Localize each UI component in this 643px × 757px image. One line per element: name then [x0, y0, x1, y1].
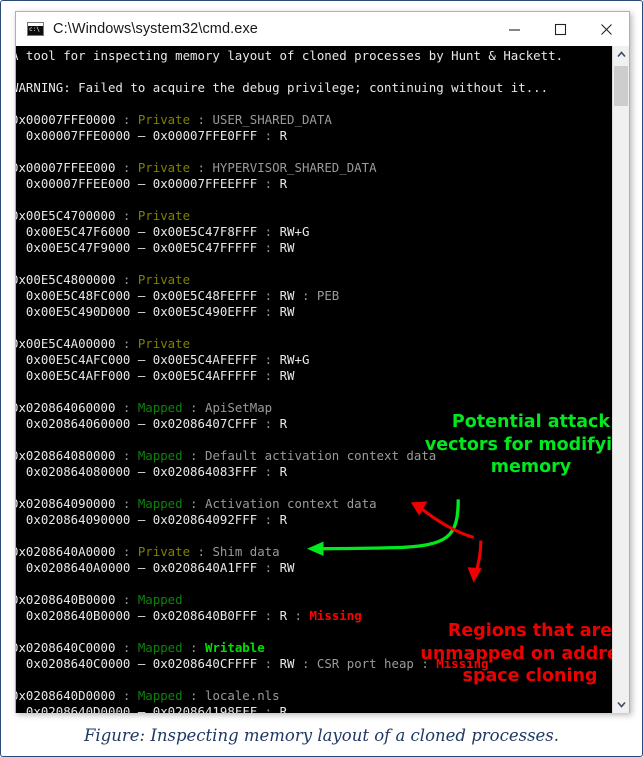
- window-titlebar[interactable]: C:\Windows\system32\cmd.exe: [16, 12, 629, 46]
- window-title: C:\Windows\system32\cmd.exe: [53, 21, 258, 37]
- cmd-window: C:\Windows\system32\cmd.exe A tool for i…: [15, 11, 630, 713]
- figure-caption: Figure: Inspecting memory layout of a cl…: [83, 726, 560, 745]
- maximize-button[interactable]: [537, 12, 583, 46]
- scroll-up-arrow[interactable]: [613, 46, 629, 63]
- minimize-button[interactable]: [491, 12, 537, 46]
- console-output-area[interactable]: A tool for inspecting memory layout of c…: [16, 46, 614, 713]
- console-scrollbar[interactable]: [612, 46, 629, 713]
- figure-container: C:\Windows\system32\cmd.exe A tool for i…: [0, 0, 643, 757]
- scroll-down-arrow[interactable]: [613, 696, 629, 713]
- cmd-console-icon: [27, 22, 44, 36]
- annotation-green-text: Potential attack vectors for modifying m…: [424, 412, 614, 477]
- close-button[interactable]: [583, 12, 629, 46]
- console-text: A tool for inspecting memory layout of c…: [16, 48, 564, 713]
- scrollbar-thumb[interactable]: [614, 66, 628, 106]
- annotation-red-text: Regions that are unmapped on address spa…: [420, 621, 614, 686]
- window-controls: [491, 12, 629, 46]
